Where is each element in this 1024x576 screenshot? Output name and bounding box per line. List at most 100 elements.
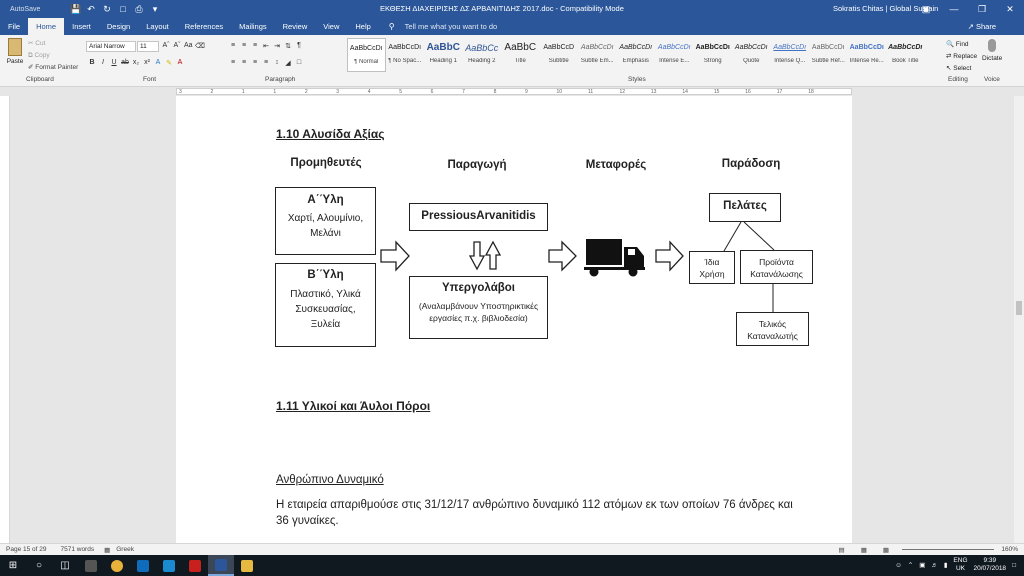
- people-icon[interactable]: ☺: [895, 562, 902, 569]
- text-effects-icon[interactable]: A: [154, 59, 162, 67]
- word-icon[interactable]: [208, 555, 234, 576]
- underline-icon[interactable]: U: [110, 59, 118, 67]
- style-subtle-reference[interactable]: AaBbCcDı Subtle Ref...: [809, 38, 848, 72]
- grow-font-icon[interactable]: Aˆ: [162, 42, 170, 50]
- style-strong[interactable]: AaBbCcDı Strong: [694, 38, 733, 72]
- vertical-ruler[interactable]: [0, 96, 10, 543]
- italic-icon[interactable]: I: [99, 59, 107, 67]
- search-circle-icon[interactable]: ○: [26, 555, 52, 576]
- notifications-icon[interactable]: □: [1012, 562, 1016, 569]
- borders-icon[interactable]: □: [295, 59, 303, 67]
- ribbon-display-options-icon[interactable]: ▣: [912, 0, 940, 18]
- show-hidden-icons-icon[interactable]: ⌃: [908, 561, 913, 569]
- copy-button[interactable]: ⧉ Copy: [28, 50, 78, 62]
- font-name-dropdown[interactable]: Arial Narrow: [86, 41, 136, 52]
- subscript-icon[interactable]: x₂: [132, 59, 140, 67]
- decrease-indent-icon[interactable]: ⇤: [262, 42, 270, 50]
- horizontal-ruler[interactable]: 3 2 1 1 2 3 4 5 6 7 8 9 10 11 12 13 14 15 16 17 18: [0, 87, 1024, 96]
- style-no-spacing[interactable]: AaBbCcDı ¶ No Spac...: [386, 38, 425, 72]
- tell-me-search[interactable]: Tell me what you want to do: [405, 22, 498, 31]
- shrink-font-icon[interactable]: Aˇ: [173, 42, 181, 50]
- tab-references[interactable]: References: [177, 18, 231, 35]
- calculator-icon[interactable]: [78, 555, 104, 576]
- dictate-button[interactable]: Dictate: [982, 39, 1002, 62]
- share-button[interactable]: ↗ Share: [968, 22, 996, 31]
- task-view-icon[interactable]: ◫: [52, 555, 78, 576]
- numbering-icon[interactable]: ≡: [240, 42, 248, 50]
- sort-icon[interactable]: ⇅: [284, 42, 292, 50]
- quick-print-icon[interactable]: ⎙: [134, 4, 144, 15]
- style-quote[interactable]: AaBbCcDı Quote: [732, 38, 771, 72]
- close-button[interactable]: ✕: [996, 0, 1024, 18]
- scrollbar-thumb[interactable]: [1016, 301, 1022, 315]
- style-normal[interactable]: AaBbCcDı ¶ Normal: [347, 38, 386, 72]
- font-size-dropdown[interactable]: 11: [137, 41, 159, 52]
- tab-layout[interactable]: Layout: [138, 18, 177, 35]
- tab-mailings[interactable]: Mailings: [231, 18, 275, 35]
- minimize-button[interactable]: —: [940, 0, 968, 18]
- align-center-icon[interactable]: ≡: [240, 59, 248, 67]
- web-layout-icon[interactable]: ▩: [883, 546, 889, 554]
- file-explorer-icon[interactable]: [234, 555, 260, 576]
- print-layout-icon[interactable]: ▦: [861, 546, 867, 554]
- redo-icon[interactable]: ↻: [102, 4, 112, 15]
- style-book-title[interactable]: AaBbCcDı Book Title: [886, 38, 925, 72]
- shading-icon[interactable]: ◢: [284, 59, 292, 67]
- vertical-scrollbar[interactable]: [1014, 96, 1024, 543]
- document-page[interactable]: 1.10 Αλυσίδα Αξίας Προμηθευτές Παραγωγή …: [176, 96, 852, 543]
- clear-formatting-icon[interactable]: ⌫: [195, 42, 205, 50]
- style-intense-quote[interactable]: AaBbCcDı Intense Q...: [771, 38, 810, 72]
- format-painter-button[interactable]: ✐ Format Painter: [28, 62, 78, 74]
- tab-home[interactable]: Home: [28, 18, 65, 35]
- style-subtitle[interactable]: AaBbCcD Subtitle: [540, 38, 579, 72]
- highlight-icon[interactable]: ✎: [165, 59, 173, 67]
- customize-qat-icon[interactable]: ▾: [150, 4, 160, 15]
- input-language[interactable]: ENG UK: [953, 557, 967, 573]
- page-count[interactable]: Page 15 of 29: [6, 546, 46, 553]
- store-icon[interactable]: [156, 555, 182, 576]
- style-heading-1[interactable]: AaBbC Heading 1: [424, 38, 463, 72]
- style-intense-emphasis[interactable]: AaBbCcDı Intense E...: [655, 38, 694, 72]
- clock[interactable]: 9:39 20/07/2018: [974, 557, 1007, 573]
- tab-file[interactable]: File: [0, 18, 28, 35]
- autosave-toggle[interactable]: AutoSave: [10, 6, 62, 13]
- select-button[interactable]: ↖ Select: [946, 63, 977, 75]
- tab-help[interactable]: Help: [347, 18, 378, 35]
- proofing-icon[interactable]: ▦: [104, 546, 110, 554]
- multilevel-list-icon[interactable]: ≡: [251, 42, 259, 50]
- bold-icon[interactable]: B: [88, 59, 96, 67]
- chrome-icon[interactable]: [104, 555, 130, 576]
- cut-button[interactable]: ✂ Cut: [28, 38, 78, 50]
- start-windows-icon[interactable]: ⊞: [0, 555, 26, 576]
- bullets-icon[interactable]: ≡: [229, 42, 237, 50]
- align-right-icon[interactable]: ≡: [251, 59, 259, 67]
- style-intense-reference[interactable]: AaBbCcDı Intense Re...: [848, 38, 887, 72]
- style-emphasis[interactable]: AaBbCcDı Emphasis: [617, 38, 656, 72]
- font-color-icon[interactable]: A: [176, 59, 184, 67]
- acrobat-icon[interactable]: [182, 555, 208, 576]
- strikethrough-icon[interactable]: ab: [121, 59, 129, 67]
- align-left-icon[interactable]: ≡: [229, 59, 237, 67]
- style-title[interactable]: AaBbC Title: [501, 38, 540, 72]
- volume-icon[interactable]: ♬: [931, 562, 938, 569]
- restore-button[interactable]: ❐: [968, 0, 996, 18]
- justify-icon[interactable]: ≡: [262, 59, 270, 67]
- show-marks-icon[interactable]: ¶: [295, 42, 303, 50]
- print-preview-icon[interactable]: □: [118, 4, 128, 15]
- network-icon[interactable]: ▣: [919, 561, 925, 569]
- superscript-icon[interactable]: x²: [143, 59, 151, 67]
- change-case-icon[interactable]: Aa: [184, 42, 193, 50]
- tab-view[interactable]: View: [315, 18, 347, 35]
- replace-button[interactable]: ⇄ Replace: [946, 51, 977, 63]
- read-mode-icon[interactable]: ▤: [839, 546, 845, 554]
- zoom-level[interactable]: 160%: [1001, 546, 1018, 553]
- line-spacing-icon[interactable]: ↕: [273, 59, 281, 67]
- style-heading-2[interactable]: AaBbCc Heading 2: [463, 38, 502, 72]
- outlook-icon[interactable]: [130, 555, 156, 576]
- tab-review[interactable]: Review: [275, 18, 316, 35]
- save-icon[interactable]: 💾: [70, 4, 81, 15]
- tab-insert[interactable]: Insert: [64, 18, 99, 35]
- increase-indent-icon[interactable]: ⇥: [273, 42, 281, 50]
- language-indicator[interactable]: Greek: [116, 546, 134, 553]
- style-subtle-emphasis[interactable]: AaBbCcDı Subtle Em...: [578, 38, 617, 72]
